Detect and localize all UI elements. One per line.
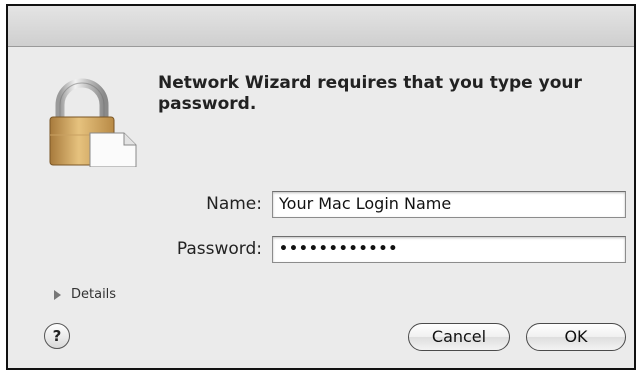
help-button[interactable]: ? <box>44 323 70 349</box>
authentication-dialog: Network Wizard requires that you type yo… <box>6 4 636 370</box>
ok-button[interactable]: OK <box>526 323 626 351</box>
prompt-message: Network Wizard requires that you type yo… <box>158 73 582 114</box>
name-label: Name: <box>206 194 262 214</box>
dialog-title-bar[interactable] <box>8 6 634 47</box>
password-label: Password: <box>176 239 262 259</box>
cancel-button[interactable]: Cancel <box>408 323 510 351</box>
lock-icon <box>46 77 138 168</box>
name-field[interactable]: Your Mac Login Name <box>272 191 626 218</box>
disclosure-triangle-icon[interactable] <box>54 289 61 300</box>
details-label[interactable]: Details <box>71 287 116 302</box>
dialog-content: Network Wizard requires that you type yo… <box>8 47 634 368</box>
password-field[interactable]: •••••••••••• <box>272 236 626 263</box>
details-disclosure[interactable]: Details <box>54 287 116 302</box>
